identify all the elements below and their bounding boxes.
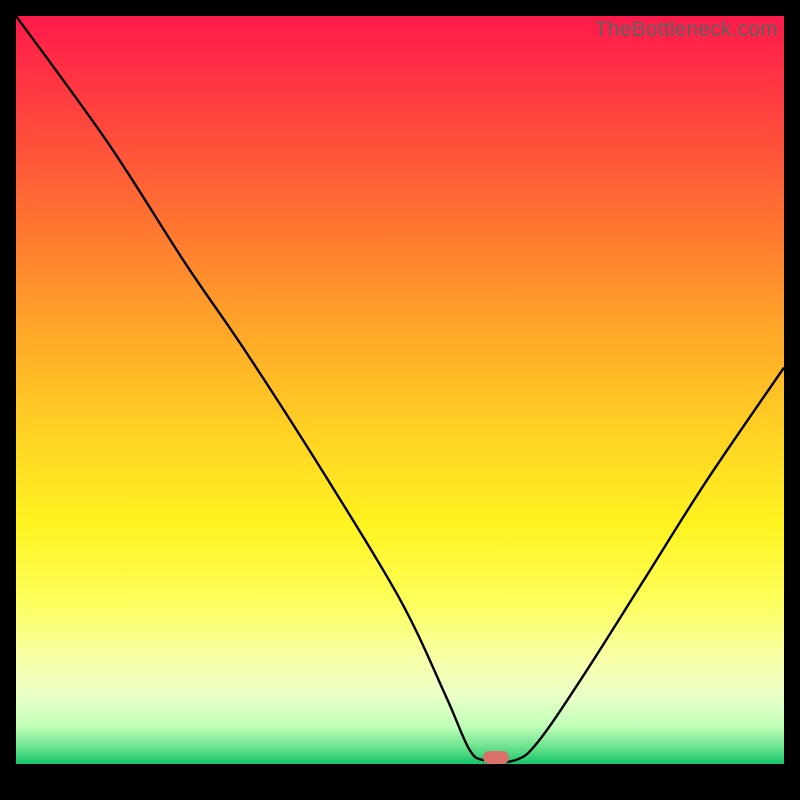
plot-area <box>16 16 784 764</box>
watermark-text: TheBottleneck.com <box>595 18 778 42</box>
bottleneck-curve <box>16 16 784 764</box>
curve-path <box>16 16 784 762</box>
chart-frame: TheBottleneck.com <box>16 16 784 784</box>
optimal-point-marker <box>483 751 509 764</box>
